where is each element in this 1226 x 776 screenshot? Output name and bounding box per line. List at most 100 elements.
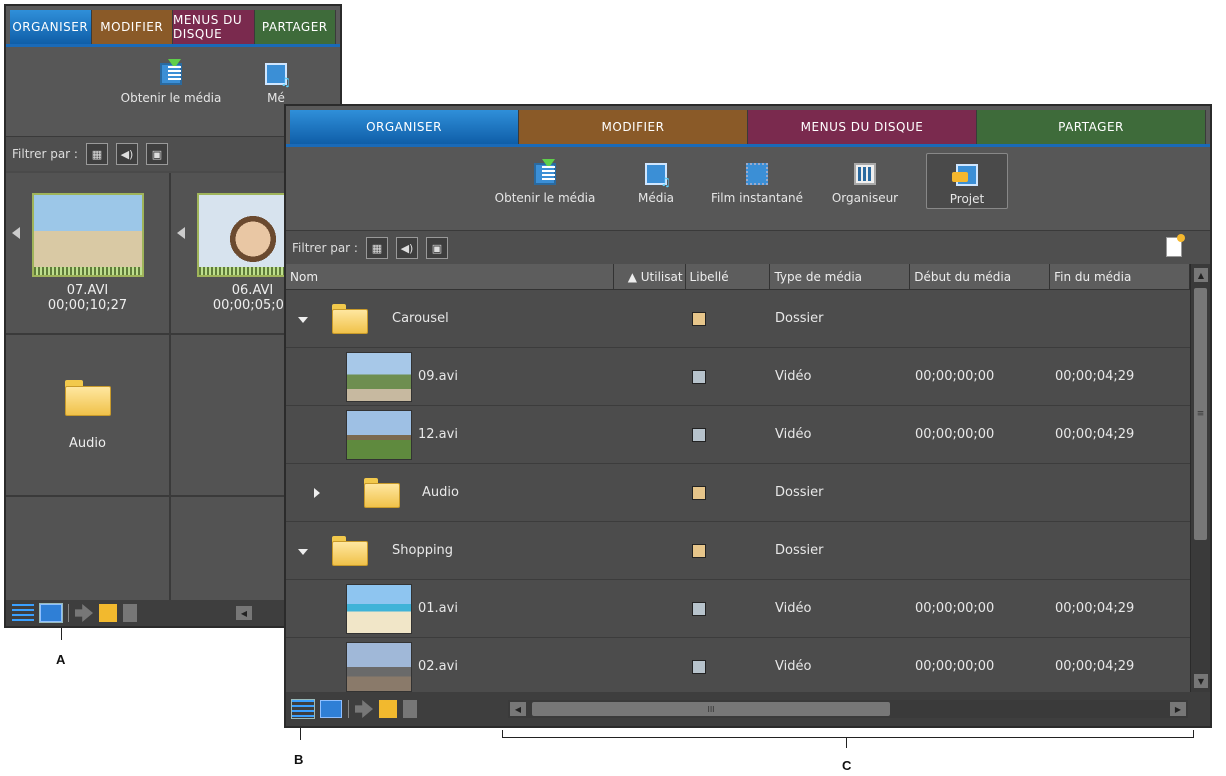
thumb-arrow-icon [12,227,20,239]
column-header-debut[interactable]: Début du média [910,264,1051,289]
scroll-right-arrow[interactable]: ▶ [1170,702,1186,716]
callout-b-line [300,728,301,740]
back-tab-partager[interactable]: PARTAGER [254,10,336,44]
scroll-down-arrow[interactable]: ▼ [1194,674,1208,688]
item-name: 09.avi [418,369,458,384]
back-media-button[interactable]: Mé [246,53,306,109]
get-media-label: Obtenir le média [494,191,596,205]
clip-thumbnail [346,410,412,460]
column-header-type[interactable]: Type de média [770,264,911,289]
project-icon [952,164,978,186]
list-item[interactable]: Audio Dossier [286,464,1190,522]
folder-icon [364,478,400,508]
get-media-button[interactable]: Obtenir le média [482,153,608,209]
item-type: Vidéo [775,427,812,442]
thumbnail-view-icon[interactable] [39,603,63,623]
item-end: 00;00;04;29 [1055,369,1135,384]
project-button[interactable]: Projet [926,153,1008,209]
label-swatch [692,485,706,500]
expand-toggle-icon[interactable] [314,488,320,498]
new-folder-icon[interactable] [99,604,117,622]
folder-icon [64,379,111,416]
filter-label: Filtrer par : [292,241,358,255]
item-name: Audio [422,485,459,500]
label-swatch [692,311,706,326]
trash-icon[interactable] [403,700,417,718]
organizer-button[interactable]: Organiseur [822,153,908,209]
filter-image-icon[interactable]: ▣ [425,237,448,259]
tab-menus-du-disque[interactable]: MENUS DU DISQUE [748,110,977,144]
callout-c: C [842,758,852,773]
media-icon [265,63,291,89]
back-get-media-button[interactable]: Obtenir le média [106,53,236,109]
expand-toggle-icon[interactable] [298,549,308,555]
front-toolbar: Obtenir le média Média Film instantané O… [286,147,1210,231]
item-type: Vidéo [775,659,812,674]
label-swatch [692,543,706,558]
label-swatch [692,601,706,616]
item-name: 01.avi [418,601,458,616]
expand-toggle-icon[interactable] [298,317,308,323]
column-header-nom[interactable]: Nom [286,264,614,289]
front-filter-bar: Filtrer par : ▦ ◀) ▣ [286,231,1210,265]
folder-icon [332,304,368,334]
media-cell[interactable]: 07.AVI 00;00;10;27 [6,173,169,333]
vertical-scroll-thumb[interactable]: ≡ [1194,288,1207,540]
tab-organiser[interactable]: ORGANISER [290,110,519,144]
back-tab-organiser[interactable]: ORGANISER [10,10,92,44]
front-bottom-bar: ◀ III ▶ [286,692,1210,726]
clip-thumbnail [346,584,412,634]
item-start: 00;00;00;00 [915,601,995,616]
back-filter-label: Filtrer par : [12,147,78,161]
filter-video-icon[interactable]: ▦ [85,143,108,165]
new-folder-icon[interactable] [379,700,397,718]
clip-duration: 00;00;05;00 [212,298,293,313]
new-item-icon[interactable] [1166,234,1185,257]
list-item[interactable]: Carousel Dossier [286,290,1190,348]
get-media-icon [160,59,182,85]
filter-video-icon[interactable]: ▦ [365,237,388,259]
column-header-fin[interactable]: Fin du média [1050,264,1190,289]
horizontal-scroll-thumb[interactable]: III [532,702,890,716]
item-type: Dossier [775,543,824,558]
cut-icon[interactable] [355,700,373,718]
back-tab-bar: ORGANISER MODIFIER MENUS DU DISQUE PARTA… [6,6,340,44]
instant-movie-button[interactable]: Film instantané [704,153,810,209]
tab-modifier[interactable]: MODIFIER [519,110,748,144]
item-name: 02.avi [418,659,458,674]
column-header-utilisation[interactable]: ▲ Utilisat [614,264,686,289]
cut-icon[interactable] [75,604,93,622]
trash-icon[interactable] [123,604,137,622]
item-name: Carousel [392,311,449,326]
filter-audio-icon[interactable]: ◀) [395,237,418,259]
media-icon [645,163,671,189]
list-view-icon[interactable] [12,604,34,622]
thumbnail-view-icon[interactable] [320,700,342,718]
vertical-scrollbar[interactable]: ▲ ≡ ▼ [1190,264,1210,692]
media-button[interactable]: Média [626,153,686,209]
back-tab-modifier[interactable]: MODIFIER [91,10,173,44]
list-item[interactable]: 02.avi Vidéo 00;00;00;00 00;00;04;29 [286,638,1190,696]
item-type: Vidéo [775,601,812,616]
scroll-left-arrow[interactable]: ◀ [236,606,252,620]
folder-cell[interactable]: Audio [6,335,169,495]
list-item[interactable]: 09.avi Vidéo 00;00;00;00 00;00;04;29 [286,348,1190,406]
get-media-icon [534,159,556,185]
list-item[interactable]: 01.avi Vidéo 00;00;00;00 00;00;04;29 [286,580,1190,638]
list-item[interactable]: 12.avi Vidéo 00;00;00;00 00;00;04;29 [286,406,1190,464]
tab-partager[interactable]: PARTAGER [977,110,1206,144]
horizontal-scrollbar[interactable]: ◀ III ▶ [508,700,1188,718]
toolbar-separator [348,700,349,718]
back-tab-menus[interactable]: MENUS DU DISQUE [173,10,255,44]
column-header-libelle[interactable]: Libellé [686,264,771,289]
list-view-icon[interactable] [291,699,315,719]
scroll-up-arrow[interactable]: ▲ [1194,268,1208,282]
item-end: 00;00;04;29 [1055,601,1135,616]
list-item[interactable]: Shopping Dossier [286,522,1190,580]
media-label: Média [637,191,675,205]
item-type: Dossier [775,311,824,326]
back-get-media-label: Obtenir le média [120,91,222,105]
filter-image-icon[interactable]: ▣ [145,143,168,165]
filter-audio-icon[interactable]: ◀) [115,143,138,165]
scroll-left-arrow[interactable]: ◀ [510,702,526,716]
